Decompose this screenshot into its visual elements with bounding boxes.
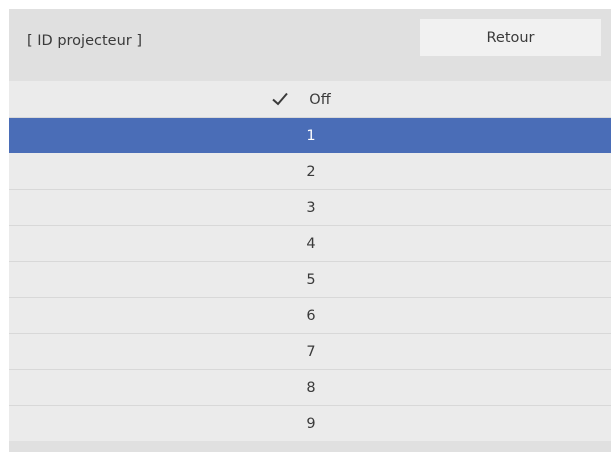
option-label: Off (309, 91, 331, 108)
option-label: 1 (306, 127, 316, 144)
menu-footer (9, 441, 611, 452)
option-5[interactable]: 5 (9, 262, 611, 298)
option-off[interactable]: Off (9, 82, 611, 118)
option-8[interactable]: 8 (9, 370, 611, 406)
option-1[interactable]: 1 (9, 118, 611, 153)
option-label: 3 (306, 199, 316, 216)
option-label: 6 (306, 307, 316, 324)
option-label: 8 (306, 379, 316, 396)
option-6[interactable]: 6 (9, 298, 611, 334)
option-4[interactable]: 4 (9, 226, 611, 262)
option-list: Off 1 2 3 4 5 6 7 8 9 (9, 82, 611, 442)
option-9[interactable]: 9 (9, 406, 611, 441)
option-2[interactable]: 2 (9, 154, 611, 190)
option-label: 5 (306, 271, 316, 288)
menu-header: [ ID projecteur ] Retour (9, 9, 611, 81)
option-7[interactable]: 7 (9, 334, 611, 370)
menu-title: [ ID projecteur ] (27, 33, 142, 49)
check-icon (272, 92, 288, 106)
option-3[interactable]: 3 (9, 190, 611, 226)
projector-id-menu: [ ID projecteur ] Retour Off 1 2 3 4 5 6… (9, 9, 611, 452)
option-label: 9 (306, 415, 316, 432)
back-button[interactable]: Retour (420, 19, 601, 56)
option-label: 2 (306, 163, 316, 180)
option-label: 4 (306, 235, 316, 252)
option-label: 7 (306, 343, 316, 360)
